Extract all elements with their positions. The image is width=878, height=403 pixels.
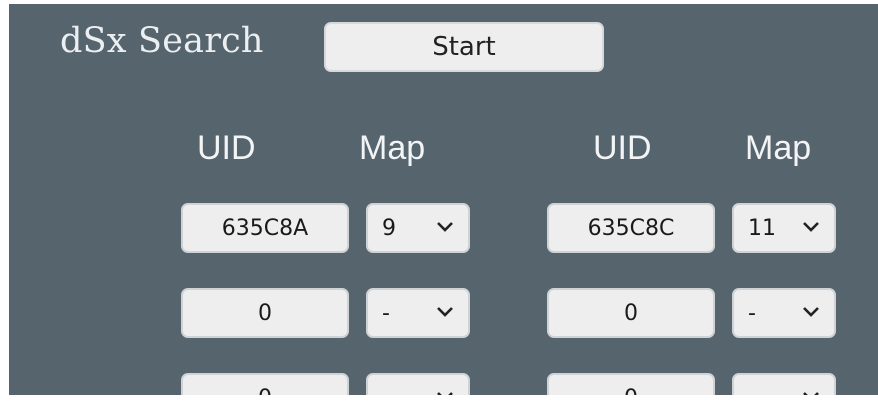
chevron-down-icon: [803, 307, 819, 317]
chevron-down-icon: [803, 222, 819, 232]
map-select-value: -: [748, 386, 756, 396]
uid-header-right: UID: [593, 129, 652, 167]
chevron-down-icon: [437, 307, 453, 317]
map-select-value: -: [748, 300, 756, 326]
map-select[interactable]: -: [732, 373, 836, 395]
chevron-down-icon: [803, 392, 819, 395]
dsx-search-panel: dSx Search Start UID Map UID Map 635C8A …: [9, 4, 878, 395]
map-select-value: 11: [748, 215, 776, 241]
map-select[interactable]: 11: [732, 203, 836, 253]
map-select[interactable]: -: [732, 288, 836, 338]
map-select[interactable]: 9: [366, 203, 470, 253]
start-button[interactable]: Start: [324, 22, 604, 72]
uid-field[interactable]: 635C8A: [181, 203, 349, 253]
uid-field[interactable]: 0: [547, 373, 715, 395]
chevron-down-icon: [437, 392, 453, 395]
panel-title: dSx Search: [60, 21, 264, 61]
uid-field[interactable]: 0: [181, 288, 349, 338]
map-select-value: -: [382, 386, 390, 396]
map-select-value: 9: [382, 215, 396, 241]
uid-field[interactable]: 0: [547, 288, 715, 338]
map-select-value: -: [382, 300, 390, 326]
map-select[interactable]: -: [366, 288, 470, 338]
map-select[interactable]: -: [366, 373, 470, 395]
chevron-down-icon: [437, 222, 453, 232]
uid-field[interactable]: 0: [181, 373, 349, 395]
uid-header-left: UID: [197, 129, 256, 167]
map-header-left: Map: [359, 129, 426, 167]
map-header-right: Map: [745, 129, 812, 167]
uid-field[interactable]: 635C8C: [547, 203, 715, 253]
